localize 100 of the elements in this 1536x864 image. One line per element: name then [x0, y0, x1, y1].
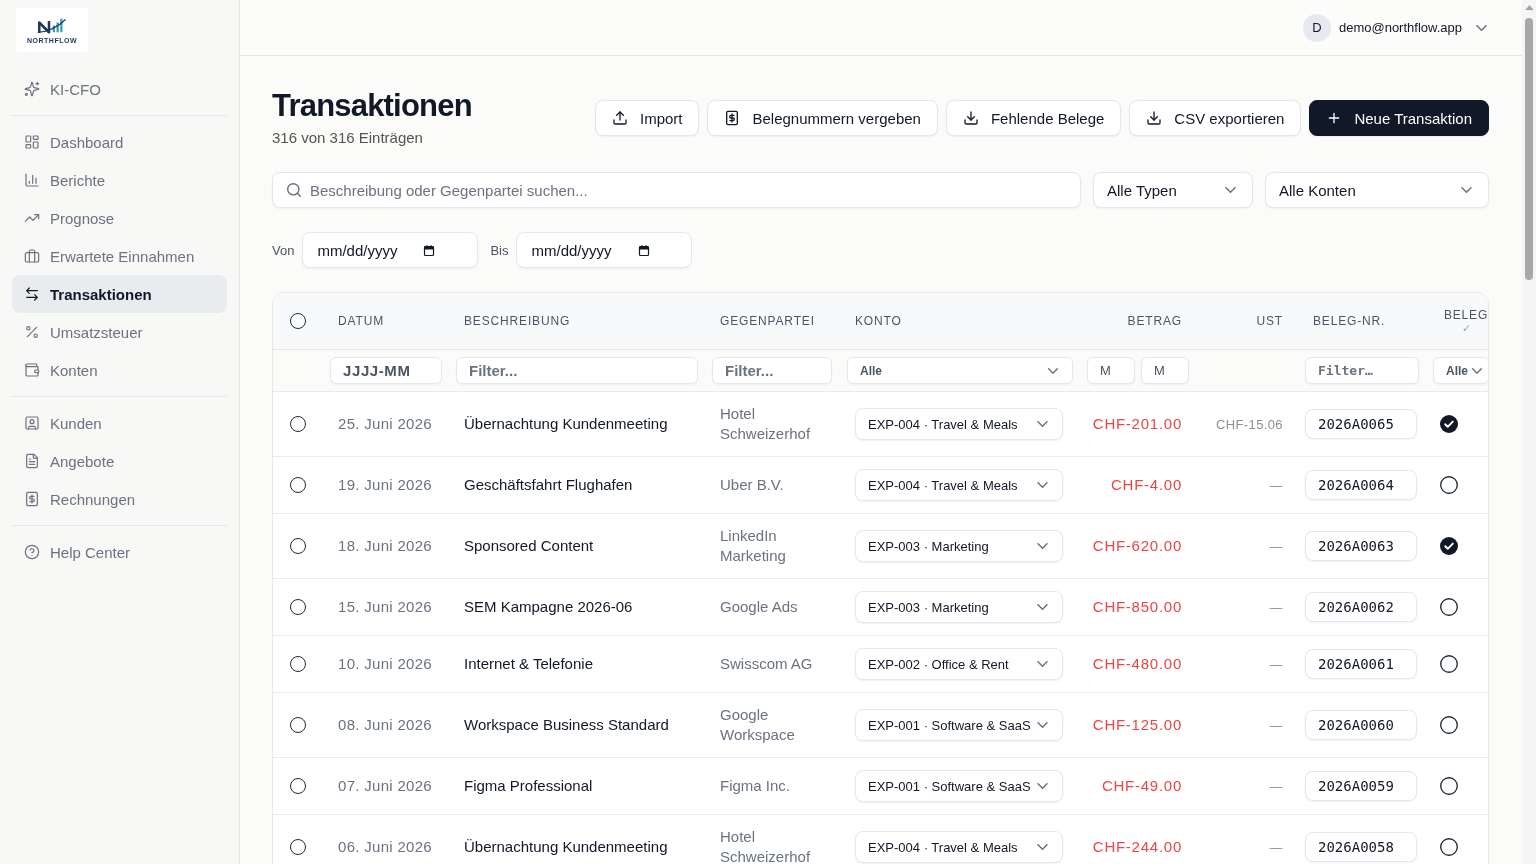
nav-item[interactable]: Dashboard [12, 123, 227, 161]
download-icon [962, 110, 979, 126]
receipt-number-field[interactable]: 2026A0059 [1305, 771, 1417, 801]
column-header: BELEG-NR. [1313, 314, 1387, 328]
receipt-number-field[interactable]: 2026A0065 [1305, 409, 1417, 439]
percent-icon [24, 324, 40, 340]
date-cell: 10. Juni 2026 [338, 655, 432, 672]
description-cell: Geschäftsfahrt Flughafen [464, 476, 633, 493]
empty-circle-icon[interactable] [1440, 476, 1458, 494]
sparkle-icon [24, 81, 40, 97]
vat-cell: — [1269, 717, 1283, 733]
receipt-number-field[interactable]: 2026A0063 [1305, 531, 1417, 561]
counterparty-cell-text: LinkedIn Marketing [720, 526, 787, 566]
row-checkbox[interactable] [290, 839, 306, 855]
nav-item[interactable]: Umsatzsteuer [12, 313, 227, 351]
receipt-number-field[interactable]: 2026A0061 [1305, 649, 1417, 679]
nav-item[interactable]: Help Center [12, 533, 227, 571]
filter-dropdown[interactable]: Alle [847, 357, 1073, 384]
empty-circle-icon[interactable] [1440, 777, 1458, 795]
nav-item[interactable]: Erwartete Einnahmen [12, 237, 227, 275]
help-icon [24, 544, 40, 560]
receipt-number-field[interactable]: 2026A0062 [1305, 592, 1417, 622]
row-checkbox[interactable] [290, 538, 306, 554]
logo-icon [37, 16, 67, 34]
row-checkbox[interactable] [290, 717, 306, 733]
nav-item[interactable]: Konten [12, 351, 227, 389]
assign-receipt-numbers-button[interactable]: Belegnummern vergeben [707, 100, 938, 136]
filter-field[interactable]: Filter… [1305, 357, 1419, 384]
grid-icon [24, 134, 40, 150]
user-square-icon [24, 415, 40, 431]
check-circle-icon[interactable] [1440, 537, 1458, 555]
date-field[interactable]: mm/dd/yyyy [302, 232, 479, 268]
amount-filter-field[interactable]: M [1141, 357, 1189, 384]
user-menu[interactable]: D demo@northflow.app [1302, 13, 1487, 42]
column-header: KONTO [855, 314, 903, 328]
amount-cell: CHF-4.00 [1110, 476, 1182, 493]
empty-circle-icon[interactable] [1440, 838, 1458, 856]
nav-item[interactable]: Berichte [12, 161, 227, 199]
vat-cell: — [1269, 477, 1283, 493]
row-checkbox[interactable] [290, 599, 306, 615]
column-header: BETRAG [1127, 314, 1182, 328]
nav-item[interactable]: Transaktionen [12, 275, 227, 313]
nav-item[interactable]: Rechnungen [12, 480, 227, 518]
counterparty-cell-text: Hotel Schweizerhof [720, 404, 812, 444]
select-all-checkbox[interactable] [290, 313, 306, 329]
date-field[interactable]: mm/dd/yyyy [516, 232, 693, 268]
counterparty-cell-text: Hotel Schweizerhof [720, 827, 812, 864]
filter-dropdown[interactable]: Alle [1433, 357, 1488, 384]
calendar-icon [637, 243, 650, 257]
check-circle-icon[interactable] [1440, 415, 1458, 433]
column-header: BESCHREIBUNG [464, 314, 572, 328]
chevron-down-icon [1476, 24, 1487, 31]
account-dropdown[interactable]: EXP-004 · Travel & Meals [855, 831, 1063, 863]
receipt-number-field[interactable]: 2026A0064 [1305, 470, 1417, 500]
filter-field[interactable]: Filter... [712, 357, 832, 384]
amount-cell: CHF-620.00 [1092, 537, 1182, 554]
account-dropdown[interactable]: EXP-004 · Travel & Meals [855, 469, 1063, 501]
filter-field[interactable]: JJJJ-MM [330, 357, 442, 384]
import-button[interactable]: Import [594, 100, 700, 136]
empty-circle-icon[interactable] [1440, 716, 1458, 734]
export-csv-button[interactable]: CSV exportieren [1129, 100, 1302, 136]
receipt-number-field[interactable]: 2026A0060 [1305, 710, 1417, 740]
description-cell: Übernachtung Kundenmeeting [464, 415, 668, 432]
missing-receipts-button[interactable]: Fehlende Belege [945, 100, 1122, 136]
account-dropdown[interactable]: EXP-003 · Marketing [855, 530, 1063, 562]
empty-circle-icon[interactable] [1440, 598, 1458, 616]
filter-field[interactable]: Filter... [456, 357, 698, 384]
search-icon [287, 183, 301, 197]
account-dropdown[interactable]: EXP-003 · Marketing [855, 591, 1063, 623]
user-avatar: D [1302, 13, 1331, 42]
nav-item[interactable]: KI-CFO [12, 70, 227, 108]
nav-item[interactable]: Kunden [12, 404, 227, 442]
nav-item[interactable]: Prognose [12, 199, 227, 237]
account-dropdown[interactable]: EXP-001 · Software & SaaS [855, 770, 1063, 802]
amount-cell: CHF-125.00 [1092, 716, 1182, 733]
chevron-down-icon [1037, 661, 1048, 667]
filter-dropdown[interactable]: Alle Konten [1265, 172, 1489, 208]
filter-dropdown[interactable]: Alle Typen [1093, 172, 1253, 208]
counterparty-cell-text: Uber B.V. [720, 475, 785, 495]
row-checkbox[interactable] [290, 477, 306, 493]
row-checkbox[interactable] [290, 778, 306, 794]
column-header: UST [1256, 314, 1283, 328]
new-transaction-button[interactable]: Neue Transaktion [1309, 100, 1489, 136]
amount-filter-field[interactable]: M [1087, 357, 1135, 384]
nav-item[interactable]: Angebote [12, 442, 227, 480]
scrollbar-thumb[interactable] [1525, 18, 1533, 280]
empty-circle-icon[interactable] [1440, 655, 1458, 673]
account-dropdown[interactable]: EXP-001 · Software & SaaS [855, 709, 1063, 741]
description-cell: Sponsored Content [464, 537, 594, 554]
description-cell: Figma Professional [464, 777, 593, 794]
account-dropdown[interactable]: EXP-004 · Travel & Meals [855, 408, 1063, 440]
account-dropdown[interactable]: EXP-002 · Office & Rent [855, 648, 1063, 680]
counterparty-cell-text: Swisscom AG [720, 654, 814, 674]
chevron-down-icon [1037, 482, 1048, 488]
receipt-number-field[interactable]: 2026A0058 [1305, 832, 1417, 862]
row-checkbox[interactable] [290, 656, 306, 672]
row-checkbox[interactable] [290, 416, 306, 432]
description-cell: SEM Kampagne 2026-06 [464, 598, 633, 615]
date-label: Bis [490, 242, 509, 258]
search-field[interactable]: Beschreibung oder Gegenpartei suchen... [272, 172, 1081, 208]
